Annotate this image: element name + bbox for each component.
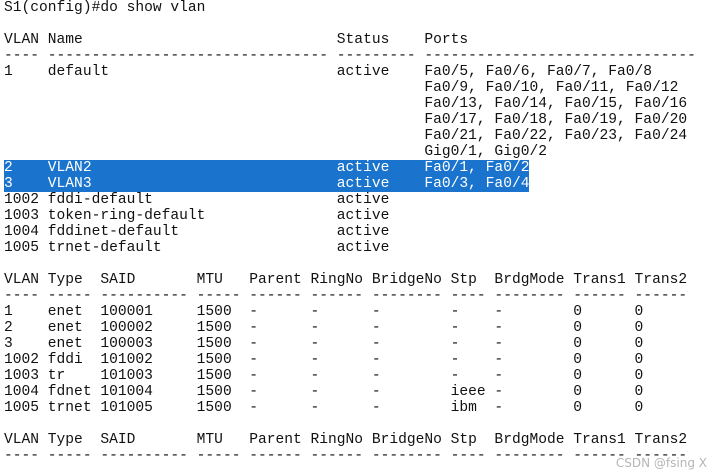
vlan-row: Fa0/13, Fa0/14, Fa0/15, Fa0/16 xyxy=(4,96,688,112)
type-table-repeat-divider: ---- ----- ---------- ----- ------ -----… xyxy=(4,448,688,464)
vlan-table-divider: ---- -------------------------------- --… xyxy=(4,48,696,64)
command-prompt-line: S1(config)#do show vlan xyxy=(4,0,206,16)
terminal-output[interactable]: S1(config)#do show vlan VLAN Name Status… xyxy=(4,0,712,474)
vlan-row: Fa0/9, Fa0/10, Fa0/11, Fa0/12 xyxy=(4,80,679,96)
vlan-row: Fa0/21, Fa0/22, Fa0/23, Fa0/24 xyxy=(4,128,688,144)
type-row: 1 enet 100001 1500 - - - - - 0 0 xyxy=(4,304,644,320)
vlan-row: 1004 fddinet-default active xyxy=(4,224,425,240)
vlan-row-selected: 2 VLAN2 active Fa0/1, Fa0/2 xyxy=(4,160,530,176)
type-row: 2 enet 100002 1500 - - - - - 0 0 xyxy=(4,320,644,336)
vlan-row-selected: 3 VLAN3 active Fa0/3, Fa0/4 xyxy=(4,176,530,192)
vlan-row: Fa0/17, Fa0/18, Fa0/19, Fa0/20 xyxy=(4,112,688,128)
vlan-row: 1 default active Fa0/5, Fa0/6, Fa0/7, Fa… xyxy=(4,64,653,80)
type-table-divider: ---- ----- ---------- ----- ------ -----… xyxy=(4,288,688,304)
watermark: CSDN @fsing X xyxy=(615,456,707,470)
type-row: 1003 tr 101003 1500 - - - - - 0 0 xyxy=(4,368,644,384)
vlan-row: 1002 fddi-default active xyxy=(4,192,425,208)
type-row: 1005 trnet 101005 1500 - - - ibm - 0 0 xyxy=(4,400,644,416)
vlan-row: 1003 token-ring-default active xyxy=(4,208,425,224)
vlan-table-header: VLAN Name Status Ports xyxy=(4,32,469,48)
type-row: 1004 fdnet 101004 1500 - - - ieee - 0 0 xyxy=(4,384,644,400)
vlan-row: 1005 trnet-default active xyxy=(4,240,425,256)
type-table-header: VLAN Type SAID MTU Parent RingNo BridgeN… xyxy=(4,272,688,288)
type-row: 1002 fddi 101002 1500 - - - - - 0 0 xyxy=(4,352,644,368)
vlan-row: Gig0/1, Gig0/2 xyxy=(4,144,547,160)
type-table-repeat-header: VLAN Type SAID MTU Parent RingNo BridgeN… xyxy=(4,432,688,448)
type-row: 3 enet 100003 1500 - - - - - 0 0 xyxy=(4,336,644,352)
